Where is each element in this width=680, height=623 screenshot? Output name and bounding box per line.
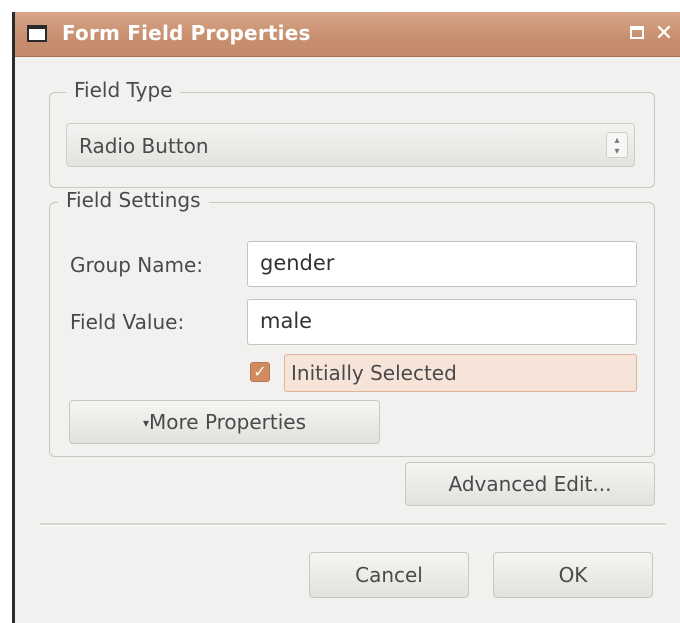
field-value-label: Field Value:: [70, 310, 185, 334]
field-type-group: Field Type Radio Button ▴ ▾: [49, 78, 655, 188]
group-name-input[interactable]: gender: [247, 241, 637, 287]
group-name-label: Group Name:: [70, 253, 203, 277]
separator: [40, 523, 666, 526]
field-value-input[interactable]: male: [247, 299, 637, 345]
field-settings-group: Field Settings Group Name: gender Field …: [49, 188, 655, 457]
more-properties-button[interactable]: ▾More Properties: [69, 400, 380, 444]
window-title: Form Field Properties: [62, 21, 311, 45]
ok-button[interactable]: OK: [493, 552, 653, 598]
spinner-arrows-icon: ▴ ▾: [606, 132, 628, 158]
cancel-button[interactable]: Cancel: [309, 552, 469, 598]
form-field-properties-dialog: Form Field Properties ✕ Field Type Radio…: [12, 12, 680, 623]
advanced-edit-button[interactable]: Advanced Edit...: [405, 462, 655, 506]
window-icon: [27, 25, 47, 42]
field-settings-legend: Field Settings: [58, 188, 209, 212]
initially-selected-checkbox[interactable]: ✓: [250, 362, 270, 382]
title-bar[interactable]: Form Field Properties ✕: [15, 12, 680, 57]
field-type-selected-value: Radio Button: [79, 134, 209, 158]
field-type-legend: Field Type: [66, 78, 181, 102]
close-icon[interactable]: ✕: [654, 23, 674, 45]
more-properties-label: More Properties: [149, 410, 307, 434]
maximize-icon[interactable]: [628, 24, 648, 44]
initially-selected-label[interactable]: Initially Selected: [284, 354, 637, 392]
field-type-select[interactable]: Radio Button ▴ ▾: [66, 123, 635, 167]
